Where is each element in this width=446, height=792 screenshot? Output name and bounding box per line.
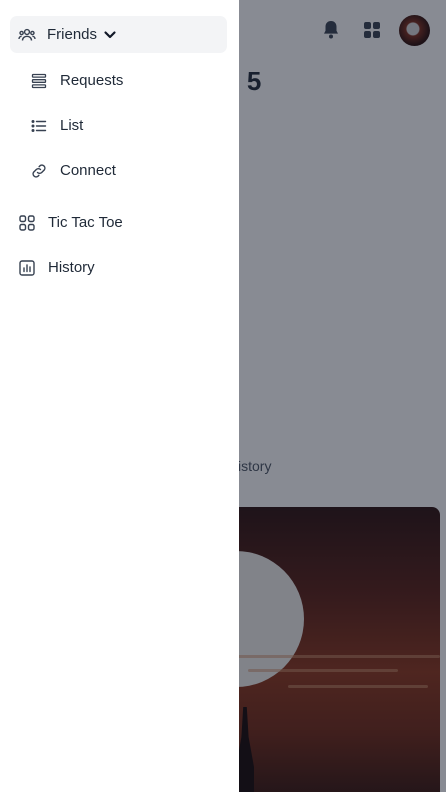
nav-history-label: History: [48, 259, 95, 276]
list-icon: [30, 117, 48, 135]
users-icon: [18, 26, 36, 44]
nav-friends[interactable]: Friends: [10, 16, 227, 53]
grid-icon: [18, 214, 36, 232]
stack-icon: [30, 72, 48, 90]
nav-tic-tac-toe-label: Tic Tac Toe: [48, 214, 123, 231]
nav-tic-tac-toe[interactable]: Tic Tac Toe: [18, 204, 123, 241]
nav-connect[interactable]: Connect: [30, 152, 116, 189]
link-icon: [30, 162, 48, 180]
nav-requests-label: Requests: [60, 72, 124, 89]
nav-list-label: List: [60, 117, 84, 134]
nav-requests[interactable]: Requests: [30, 62, 123, 99]
nav-list[interactable]: List: [30, 107, 83, 144]
nav-friends-label: Friends: [47, 26, 98, 43]
nav-connect-label: Connect: [60, 162, 116, 179]
chevron-down-icon: [103, 28, 117, 42]
side-drawer: Friends Requests List Connect Tic Tac To…: [0, 0, 239, 792]
nav-history[interactable]: History: [18, 249, 95, 286]
chart-icon: [18, 259, 36, 277]
